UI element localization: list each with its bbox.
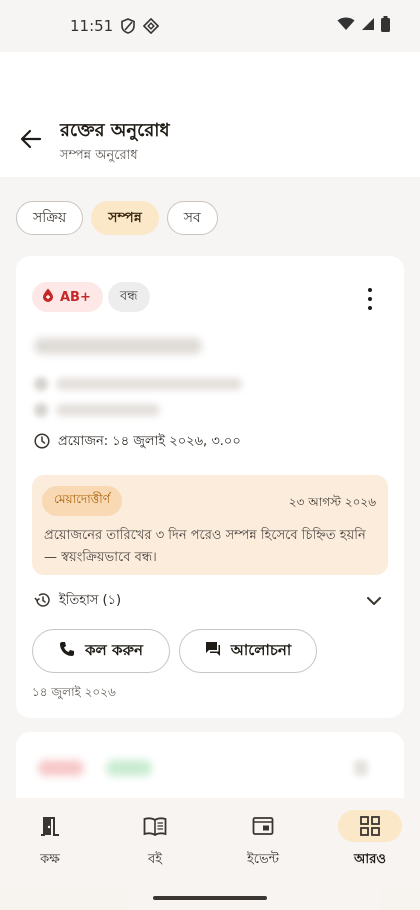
chat-icon [205, 641, 221, 661]
book-icon [123, 810, 187, 842]
needed-by-row: প্রয়োজন: ১৪ জুলাই ২০২৬, ৩.০০ [34, 432, 241, 453]
history-row[interactable]: ইতিহাস (১) [34, 591, 121, 612]
nav-item-more[interactable]: আরও [320, 810, 420, 871]
call-button-label: কল করুন [85, 640, 143, 659]
filter-chip-active[interactable]: সক্রিয় [16, 201, 84, 235]
signal-icon [361, 17, 375, 35]
redacted-contact [56, 404, 160, 416]
created-date: ১৪ জুলাই ২০২৬ [32, 685, 116, 699]
filter-chip-completed[interactable]: সম্পন্ন [91, 201, 159, 235]
expired-badge: মেয়াদোত্তীর্ণ [42, 486, 122, 516]
call-button[interactable]: কল করুন [32, 629, 170, 673]
status-time: 11:51 [70, 17, 114, 35]
grid-icon [338, 810, 402, 842]
nav-label-room: কক্ষ [40, 852, 60, 867]
redacted-badge [106, 760, 152, 776]
request-card: AB+ বন্ধ প্রয়োজন: ১৪ জুলাই ২০২৬, ৩.০০ ম… [16, 256, 404, 718]
status-badge: বন্ধ [108, 282, 150, 312]
redacted-badge [38, 760, 84, 776]
blood-drop-icon [42, 288, 54, 306]
redacted-name [34, 338, 202, 354]
blood-group-label: AB+ [60, 289, 91, 305]
nav-item-book[interactable]: বই [105, 810, 205, 871]
event-icon [231, 810, 295, 842]
nav-label-book: বই [148, 852, 162, 867]
discuss-button[interactable]: আলোচনা [179, 629, 317, 673]
bottom-navigation: কক্ষ বই ইভেন্ট আরও [0, 798, 420, 910]
location-icon [34, 377, 48, 391]
page-title: রক্তের অনুরোধ [60, 120, 170, 141]
expired-message: প্রয়োজনের তারিখের ৩ দিন পরেও সম্পন্ন হি… [44, 528, 366, 565]
back-arrow-icon[interactable] [18, 126, 44, 152]
phone-icon [59, 641, 75, 661]
shield-icon [121, 18, 136, 34]
nav-label-more: আরও [354, 852, 386, 867]
more-options-icon[interactable] [366, 288, 374, 310]
person-icon [34, 403, 48, 417]
expired-notice: মেয়াদোত্তীর্ণ ২৩ আগস্ট ২০২৬ প্রয়োজনের … [32, 475, 388, 575]
battery-icon [381, 16, 390, 36]
status-bar: 11:51 [0, 0, 420, 52]
chevron-down-icon[interactable] [364, 591, 384, 611]
history-label: ইতিহাস (১) [59, 593, 122, 608]
filter-chip-all[interactable]: সব [166, 201, 218, 235]
blood-group-badge: AB+ [32, 282, 103, 312]
data-saver-icon [143, 18, 160, 34]
door-icon [18, 810, 82, 842]
app-bar: রক্তের অনুরোধ সম্পন্ন অনুরোধ [0, 52, 420, 177]
expired-date: ২৩ আগস্ট ২০২৬ [288, 495, 376, 509]
gesture-bar[interactable] [153, 896, 267, 900]
page-subtitle: সম্পন্ন অনুরোধ [60, 148, 138, 163]
filter-chips: সক্রিয় সম্পন্ন সব [16, 201, 218, 235]
redacted-menu [354, 760, 368, 776]
discuss-button-label: আলোচনা [230, 640, 292, 659]
wifi-icon [337, 17, 355, 35]
nav-item-event[interactable]: ইভেন্ট [213, 810, 313, 871]
history-icon [34, 592, 51, 612]
nav-label-event: ইভেন্ট [247, 852, 279, 867]
clock-icon [34, 432, 50, 453]
redacted-location [56, 378, 242, 390]
nav-item-room[interactable]: কক্ষ [0, 810, 100, 871]
needed-by-text: প্রয়োজন: ১৪ জুলাই ২০২৬, ৩.০০ [58, 434, 241, 449]
